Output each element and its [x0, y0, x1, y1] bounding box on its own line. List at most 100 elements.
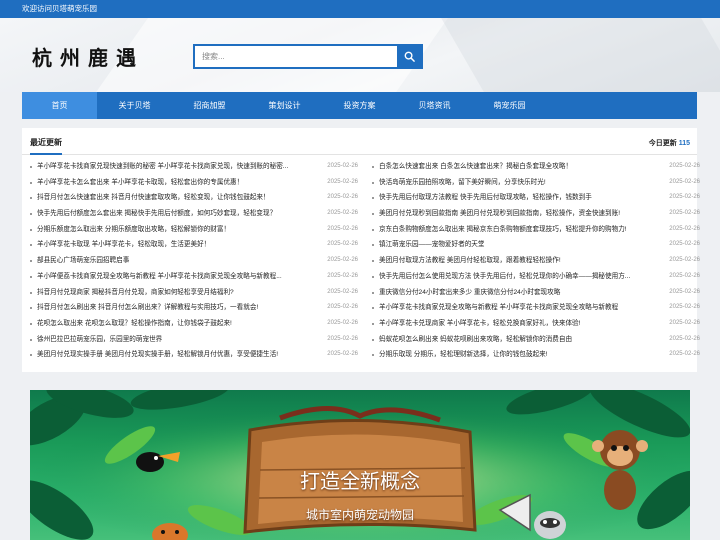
update-title-link[interactable]: 分期乐取现 分期乐，轻松理财新选择，让你的钱包鼓起来!	[379, 347, 651, 363]
update-date: 2025-02-26	[669, 225, 700, 232]
update-title-link[interactable]: 羊小咩享花卡取现 羊小咩享花卡，轻松取现，生活更美好！	[37, 237, 309, 253]
update-list-item: 抖音月付怎么快速套出来 抖音月付快速套取攻略，轻松变现，让你钱包鼓起来！ 2025…	[30, 190, 358, 206]
bullet-icon	[372, 181, 374, 184]
update-date: 2025-02-26	[327, 194, 358, 201]
update-list-item: 美团月付取现方法教程 美团月付轻松取现，跟着教程轻松操作! 2025-02-26	[372, 253, 700, 269]
update-title-link[interactable]: 花呗怎么取出来 花呗怎么取现？轻松操作指南，让你钱袋子鼓起来!	[37, 316, 309, 332]
update-date: 2025-02-26	[669, 257, 700, 264]
update-list-item: 快手先用后付取现方法教程 快手先用后付取现攻略，轻松操作，钱数到手 2025-02…	[372, 190, 700, 206]
update-title-link[interactable]: 重庆微信分付24小时套出来多少 重庆微信分付24小时套现攻略	[379, 285, 651, 301]
update-date: 2025-02-26	[327, 319, 358, 326]
bullet-icon	[372, 338, 374, 341]
update-list-item: 羊小咩享花卡兑现商家 羊小咩享花卡，轻松兑换商家好礼，快来体验! 2025-02-…	[372, 316, 700, 332]
update-date: 2025-02-26	[327, 304, 358, 311]
update-list-item: 羊小咩便荔卡找商家兑现全攻略与新教程 羊小咩享花卡找商家兑现全攻略与新教程...…	[30, 269, 358, 285]
update-list-item: 羊小咩享花卡找商家兑现全攻略与新教程 羊小咩享花卡找商家兑现全攻略与新教程 202…	[372, 300, 700, 316]
update-title-link[interactable]: 抖音月付兑现商家 揭秘抖音月付兑现，商家如何轻松享受月结福利?	[37, 285, 309, 301]
bullet-icon	[372, 260, 374, 263]
site-logo[interactable]: 杭州鹿遇	[32, 42, 144, 71]
update-title-link[interactable]: 分期乐额度怎么取出来 分期乐额度取出攻略，轻松解锁你的财富！	[37, 222, 309, 238]
banner-subline: 城市室内萌宠动物园	[305, 508, 414, 522]
update-date: 2025-02-26	[327, 272, 358, 279]
bullet-icon	[30, 260, 32, 263]
nav-item-design[interactable]: 策划设计	[247, 92, 322, 119]
updates-list-right: 白条怎么快速套出来 白条怎么快速套出来？揭秘白条套现全攻略！ 2025-02-26…	[372, 159, 700, 363]
update-title-link[interactable]: 抖音月付怎么快速套出来 抖音月付快速套取攻略，轻松变现，让你钱包鼓起来！	[37, 190, 309, 206]
nav-item-about[interactable]: 关于贝塔	[97, 92, 172, 119]
bullet-icon	[30, 197, 32, 200]
update-title-link[interactable]: 镇江萌宠乐园——宠物爱好者的天堂	[379, 237, 651, 253]
bullet-icon	[30, 244, 32, 247]
update-title-link[interactable]: 羊小咩便荔卡找商家兑现全攻略与新教程 羊小咩享花卡找商家兑现全攻略与新教程...	[37, 269, 309, 285]
update-title-link[interactable]: 羊小咩享花卡找商家兑现快速到账的秘密 羊小咩享花卡找商家兑现，快速到账的秘密..…	[37, 159, 309, 175]
bullet-icon	[372, 307, 374, 310]
search-button[interactable]	[397, 46, 421, 67]
update-date: 2025-02-26	[669, 288, 700, 295]
update-date: 2025-02-26	[669, 210, 700, 217]
update-title-link[interactable]: 抖音月付怎么刷出来 抖音月付怎么刷出来？详解教程与实用技巧，一看就会!	[37, 300, 309, 316]
update-title-link[interactable]: 快手先用后付额度怎么套出来 揭秘快手先用后付额度，如何巧妙套现，轻松变现？	[37, 206, 309, 222]
update-list-item: 羊小咩享花卡找商家兑现快速到账的秘密 羊小咩享花卡找商家兑现，快速到账的秘密..…	[30, 159, 358, 175]
update-title-link[interactable]: 徐州巴拉巴拉萌宠乐园，乐园里的萌宠世界	[37, 332, 309, 348]
update-list-item: 分期乐额度怎么取出来 分期乐额度取出攻略，轻松解锁你的财富！ 2025-02-26	[30, 222, 358, 238]
bullet-icon	[30, 181, 32, 184]
update-title-link[interactable]: 羊小咩享花卡找商家兑现全攻略与新教程 羊小咩享花卡找商家兑现全攻略与新教程	[379, 300, 651, 316]
update-date: 2025-02-26	[669, 194, 700, 201]
update-list-item: 抖音月付兑现商家 揭秘抖音月付兑现，商家如何轻松享受月结福利? 2025-02-2…	[30, 285, 358, 301]
nav-item-news[interactable]: 贝塔资讯	[397, 92, 472, 119]
bullet-icon	[30, 322, 32, 325]
top-welcome-bar: 欢迎访问贝塔萌宠乐园	[0, 0, 720, 18]
update-list-item: 镇江萌宠乐园——宠物爱好者的天堂 2025-02-26	[372, 237, 700, 253]
bullet-icon	[372, 291, 374, 294]
update-list-item: 抖音月付怎么刷出来 抖音月付怎么刷出来？详解教程与实用技巧，一看就会! 2025-…	[30, 300, 358, 316]
update-title-link[interactable]: 美团月付兑现秒到回款指南 美团月付兑现秒到回款指南，轻松操作，资金快速到账!	[379, 206, 651, 222]
nav-item-pet-park[interactable]: 萌宠乐园	[472, 92, 547, 119]
update-list-item: 部县民心广场萌宠乐园招聘启事 2025-02-26	[30, 253, 358, 269]
update-title-link[interactable]: 美团月付取现方法教程 美团月付轻松取现，跟着教程轻松操作!	[379, 253, 651, 269]
bullet-icon	[30, 213, 32, 216]
site-header: 杭州鹿遇	[0, 18, 720, 92]
update-title-link[interactable]: 美团月付兑现实操手册 美团月付兑现实操手册，轻松解锁月付优惠，享受便捷生活!	[37, 347, 309, 363]
update-date: 2025-02-26	[669, 272, 700, 279]
bullet-icon	[372, 275, 374, 278]
update-list-item: 快手先用后付怎么使用兑现方法 快手先用后付，轻松兑现你的小确幸——揭秘使用方..…	[372, 269, 700, 285]
update-list-item: 美团月付兑现秒到回款指南 美团月付兑现秒到回款指南，轻松操作，资金快速到账! 20…	[372, 206, 700, 222]
bullet-icon	[30, 275, 32, 278]
update-list-item: 分期乐取现 分期乐，轻松理财新选择，让你的钱包鼓起来! 2025-02-26	[372, 347, 700, 363]
update-title-link[interactable]: 快活岛萌宠乐园拍照攻略，留下美好瞬间，分享快乐时光!	[379, 175, 651, 191]
update-title-link[interactable]: 京东白条购物额度怎么取出来 揭秘京东白条购物额度套现技巧，轻松提升你的购物力!	[379, 222, 651, 238]
update-date: 2025-02-26	[669, 163, 700, 169]
recent-updates-header: 最近更新 今日更新 115	[22, 128, 697, 155]
bullet-icon	[372, 322, 374, 325]
bullet-icon	[372, 244, 374, 247]
update-date: 2025-02-26	[669, 319, 700, 326]
nav-item-franchise[interactable]: 招商加盟	[172, 92, 247, 119]
header-decor-facet	[429, 18, 720, 92]
nav-item-investment[interactable]: 投资方案	[322, 92, 397, 119]
update-date: 2025-02-26	[327, 241, 358, 248]
update-title-link[interactable]: 蚂蚁花呗怎么刷出来 蚂蚁花呗刷出来攻略，轻松解锁你的消费自由	[379, 332, 651, 348]
update-date: 2025-02-26	[669, 335, 700, 342]
update-date: 2025-02-26	[327, 178, 358, 185]
main-nav: 首页 关于贝塔 招商加盟 策划设计 投资方案 贝塔资讯 萌宠乐园	[22, 92, 697, 119]
search-input[interactable]	[195, 46, 397, 67]
search-box	[193, 44, 423, 69]
bullet-icon	[30, 291, 32, 294]
bullet-icon	[372, 228, 374, 231]
update-title-link[interactable]: 白条怎么快速套出来 白条怎么快速套出来？揭秘白条套现全攻略！	[379, 159, 651, 175]
nav-item-home[interactable]: 首页	[22, 92, 97, 119]
update-date: 2025-02-26	[327, 225, 358, 232]
update-list-item: 快手先用后付额度怎么套出来 揭秘快手先用后付额度，如何巧妙套现，轻松变现？ 202…	[30, 206, 358, 222]
update-date: 2025-02-26	[327, 335, 358, 342]
update-list-item: 重庆微信分付24小时套出来多少 重庆微信分付24小时套现攻略 2025-02-26	[372, 285, 700, 301]
update-title-link[interactable]: 部县民心广场萌宠乐园招聘启事	[37, 253, 309, 269]
bullet-icon	[372, 213, 374, 216]
update-date: 2025-02-26	[669, 178, 700, 185]
promo-banner[interactable]: 打造全新概念 城市室内萌宠动物园	[30, 390, 690, 540]
update-title-link[interactable]: 快手先用后付取现方法教程 快手先用后付取现攻略，轻松操作，钱数到手	[379, 190, 651, 206]
bullet-icon	[372, 197, 374, 200]
update-title-link[interactable]: 羊小咩享花卡怎么套出来 羊小咩享花卡取现，轻松套出你的专属优惠！	[37, 175, 309, 191]
update-title-link[interactable]: 羊小咩享花卡兑现商家 羊小咩享花卡，轻松兑换商家好礼，快来体验!	[379, 316, 651, 332]
update-title-link[interactable]: 快手先用后付怎么使用兑现方法 快手先用后付，轻松兑现你的小确幸——揭秘使用方..…	[379, 269, 651, 285]
update-date: 2025-02-26	[327, 163, 358, 169]
